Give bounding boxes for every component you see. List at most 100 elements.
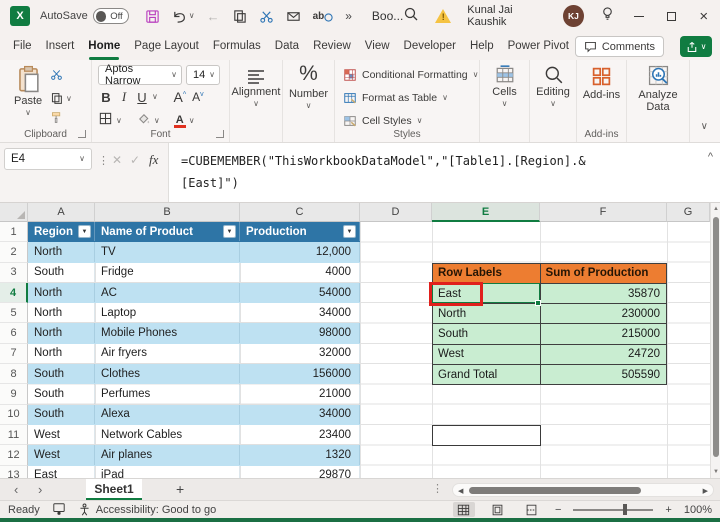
tab-formulas[interactable]: Formulas [206,32,268,60]
cell[interactable]: West [28,425,95,444]
pivot-cell[interactable]: West [433,345,541,365]
horizontal-scroll-thumb[interactable] [469,487,641,494]
alignment-button[interactable]: Alignment ∨ [230,69,282,108]
fill-color-button[interactable] [136,111,151,131]
prev-sheet-button[interactable]: ‹ [14,482,18,497]
row-header[interactable]: 2 [0,242,28,262]
collapse-ribbon-button[interactable]: ∨ [701,122,708,132]
avatar[interactable]: KJ [563,5,583,27]
copy-button[interactable]: ∨ [50,92,72,105]
accessibility-status[interactable]: Accessibility: Good to go [78,503,216,516]
collapse-formula-bar-button[interactable]: ^ [708,151,713,163]
column-header-e[interactable]: E [432,203,540,222]
email-button[interactable] [286,9,301,24]
scroll-down-icon[interactable]: ▼ [711,469,720,475]
page-break-view-button[interactable] [521,502,543,517]
tab-power-pivot[interactable]: Power Pivot [501,32,576,60]
column-header-f[interactable]: F [540,203,667,222]
fill-handle[interactable] [535,300,541,306]
cell[interactable]: South [28,384,95,403]
grow-font-button[interactable]: A^ [172,89,188,105]
cell[interactable]: 4000 [240,263,360,282]
splitter-handle-icon[interactable]: ⋮ [432,482,443,495]
cell[interactable]: 34000 [240,405,360,424]
drag-handle-icon[interactable]: ⋮ [98,154,109,167]
translate-button[interactable]: ab [313,11,334,22]
warning-icon[interactable]: ! [435,9,451,23]
row-header[interactable]: 1 [0,222,28,242]
cell[interactable]: North [28,303,95,322]
scroll-right-icon[interactable]: ▶ [703,487,708,495]
pivot-cell[interactable]: South [433,324,541,344]
column-header-d[interactable]: D [360,203,432,222]
lightbulb-button[interactable] [600,6,615,26]
cell[interactable]: TV [95,242,240,261]
autosave-toggle[interactable]: Off [93,8,129,24]
back-button[interactable]: ← [207,9,220,24]
vertical-scroll-thumb[interactable] [713,217,719,457]
format-painter-button[interactable] [50,111,72,129]
filter-button[interactable]: ▼ [343,225,356,238]
row-header[interactable]: 12 [0,445,28,465]
cut-button[interactable] [50,68,72,86]
zoom-in-button[interactable]: + [665,504,671,516]
conditional-formatting-button[interactable]: Conditional Formatting ∨ [343,68,479,82]
cell[interactable]: South [28,263,95,282]
zoom-slider[interactable] [573,509,653,511]
addins-button[interactable]: Add-ins [577,66,626,101]
zoom-level[interactable]: 100% [684,504,712,516]
cell[interactable]: Mobile Phones [95,323,240,342]
dialog-launcher-icon[interactable] [216,130,224,138]
search-button[interactable] [403,6,419,27]
cell[interactable]: North [28,242,95,261]
vertical-scrollbar[interactable]: ▲ ▼ [710,203,720,478]
dialog-launcher-icon[interactable] [78,130,86,138]
cell[interactable]: AC [95,283,240,302]
editing-button[interactable]: Editing ∨ [530,65,576,108]
sheet-tab-sheet1[interactable]: Sheet1 [86,479,142,500]
row-header[interactable]: 10 [0,405,28,425]
pivot-cell[interactable]: 24720 [541,345,667,365]
tab-insert[interactable]: Insert [39,32,82,60]
cell[interactable]: South [28,364,95,383]
font-color-button[interactable]: A [174,115,186,128]
shrink-font-button[interactable]: Av [190,90,206,104]
font-size-select[interactable]: 14∨ [186,65,220,85]
qat-overflow-button[interactable]: » [345,9,352,23]
row-header[interactable]: 4 [0,283,28,303]
format-as-table-button[interactable]: Format as Table ∨ [343,91,448,105]
cell[interactable]: West [28,445,95,464]
scroll-left-icon[interactable]: ◀ [458,487,463,495]
row-header[interactable]: 8 [0,364,28,384]
cell[interactable]: 1320 [240,445,360,464]
page-layout-view-button[interactable] [487,502,509,517]
cell[interactable]: 34000 [240,303,360,322]
macro-record-button[interactable] [52,502,66,518]
pivot-cell[interactable]: Grand Total [433,365,541,385]
table-header-cell[interactable]: Production▼ [240,222,360,241]
save-button[interactable] [145,9,160,24]
cell[interactable]: North [28,344,95,363]
cell[interactable]: North [28,323,95,342]
cell[interactable]: East [28,466,95,478]
scroll-up-icon[interactable]: ▲ [711,206,720,212]
cancel-button[interactable]: ✕ [112,153,122,167]
table-header-cell[interactable]: Region▼ [28,222,95,241]
normal-view-button[interactable] [453,502,475,517]
zoom-out-button[interactable]: − [555,504,561,516]
pivot-cell[interactable]: 35870 [541,284,667,304]
pivot-cell[interactable]: North [433,304,541,324]
row-header[interactable]: 5 [0,303,28,323]
comments-button[interactable]: Comments [575,36,664,57]
tab-view[interactable]: View [358,32,397,60]
row-header[interactable]: 6 [0,323,28,343]
filter-button[interactable]: ▼ [78,225,91,238]
horizontal-scrollbar[interactable]: ◀ ▶ [452,483,714,497]
user-name[interactable]: Kunal Jai Kaushik [467,4,547,28]
formula-input[interactable]: =CUBEMEMBER("ThisWorkbookDataModel","[Ta… [168,143,720,202]
row-header[interactable]: 3 [0,263,28,283]
tab-developer[interactable]: Developer [397,32,463,60]
cell[interactable]: 54000 [240,283,360,302]
cell[interactable]: Air fryers [95,344,240,363]
cell-styles-button[interactable]: Cell Styles ∨ [343,114,422,128]
